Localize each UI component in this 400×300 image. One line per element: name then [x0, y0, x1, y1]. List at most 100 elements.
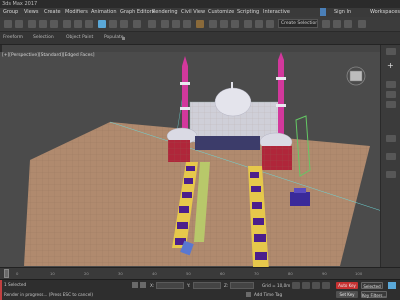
x-coord-field[interactable]: [156, 282, 184, 289]
maxscript-listener-icon[interactable]: [0, 280, 2, 300]
workspaces-label: Workspaces: [370, 9, 400, 15]
pivot-icon[interactable]: [148, 20, 156, 28]
y-coord-field[interactable]: [193, 282, 221, 289]
menu-scripting[interactable]: Scripting: [237, 9, 259, 15]
region-select-icon[interactable]: [85, 20, 93, 28]
timeline-tick: 90: [322, 271, 327, 276]
small-pavilion: [290, 192, 310, 206]
mirror-icon[interactable]: [209, 20, 217, 28]
spinner-snap-icon[interactable]: [196, 20, 204, 28]
angle-snap-icon[interactable]: [172, 20, 180, 28]
select-by-name-icon[interactable]: [74, 20, 82, 28]
timeline-tick: 20: [84, 271, 89, 276]
add-time-tag-button[interactable]: Add Time Tag: [254, 292, 282, 297]
menu-civil-view[interactable]: Civil View: [181, 9, 205, 15]
tab-populate[interactable]: Populate: [104, 35, 124, 40]
scale-icon[interactable]: [120, 20, 128, 28]
grid-size: Grid = 10,0m: [262, 283, 291, 288]
timeline-tick: 80: [288, 271, 293, 276]
menu-group[interactable]: Group: [3, 9, 18, 15]
menu-modifiers[interactable]: Modifiers: [65, 9, 88, 15]
scene-render: [24, 52, 380, 267]
ribbon-toggle-icon[interactable]: [122, 37, 125, 40]
menu-views[interactable]: Views: [24, 9, 38, 15]
menu-graph-editors[interactable]: Graph Editors: [120, 9, 154, 15]
previous-frame-icon[interactable]: [302, 282, 310, 289]
render-icon[interactable]: [344, 20, 352, 28]
timeline-tick: 70: [254, 271, 259, 276]
geometry-icon[interactable]: [386, 81, 396, 88]
title-bar: 3ds Max 2017: [0, 0, 400, 8]
main-dome: [214, 87, 252, 117]
play-icon[interactable]: [312, 282, 320, 289]
undo-icon[interactable]: [4, 20, 12, 28]
sign-in-link[interactable]: Sign In: [334, 9, 351, 15]
bind-icon[interactable]: [50, 20, 58, 28]
x-label: X:: [150, 283, 155, 288]
lights-icon[interactable]: [386, 101, 396, 108]
move-icon[interactable]: [98, 20, 106, 28]
next-frame-icon[interactable]: [322, 282, 330, 289]
rollout-icon[interactable]: [386, 171, 396, 178]
menu-create[interactable]: Create: [44, 9, 61, 15]
link-icon[interactable]: [28, 20, 36, 28]
set-key-button[interactable]: Set Key: [336, 291, 358, 298]
key-filters-button[interactable]: Key Filters...: [361, 291, 387, 298]
reference-coord-icon[interactable]: [133, 20, 141, 28]
time-tag-icon: [246, 292, 251, 297]
select-icon[interactable]: [63, 20, 71, 28]
menu-customize[interactable]: Customize: [208, 9, 234, 15]
menu-rendering[interactable]: Rendering: [152, 9, 178, 15]
render-frame-icon[interactable]: [333, 20, 341, 28]
window-title: 3ds Max 2017: [2, 1, 38, 7]
rotate-icon[interactable]: [109, 20, 117, 28]
rollout-icon[interactable]: [386, 135, 396, 142]
shapes-icon[interactable]: [386, 91, 396, 98]
auto-key-button[interactable]: Auto Key: [336, 282, 358, 289]
render-setup-icon[interactable]: [322, 20, 330, 28]
go-to-start-icon[interactable]: [292, 282, 300, 289]
z-label: Z:: [224, 283, 229, 288]
curve-editor-icon[interactable]: [244, 20, 252, 28]
timeline-tick: 40: [152, 271, 157, 276]
timeline-tick: 10: [50, 271, 55, 276]
dome-finial: [231, 82, 233, 90]
status-bar: 1 Selected Render in progress... (Press …: [0, 279, 400, 300]
selection-count: 1 Selected: [4, 282, 27, 287]
named-selection-set-field[interactable]: Create Selection Se: [278, 19, 318, 28]
redo-icon[interactable]: [15, 20, 23, 28]
rollout-icon[interactable]: [386, 153, 396, 160]
layer-icon[interactable]: [231, 20, 239, 28]
z-coord-field[interactable]: [230, 282, 254, 289]
time-slider-handle[interactable]: [4, 269, 9, 278]
more-tools-icon[interactable]: [358, 20, 366, 28]
key-icon[interactable]: [388, 282, 396, 289]
isolate-icon[interactable]: [132, 282, 138, 288]
snap-icon[interactable]: [161, 20, 169, 28]
percent-snap-icon[interactable]: [183, 20, 191, 28]
prompt-line: Render in progress... (Press ESC to canc…: [4, 292, 94, 297]
tab-freeform[interactable]: Freeform: [3, 35, 23, 40]
menu-interactive[interactable]: Interactive: [263, 9, 290, 15]
schematic-icon[interactable]: [255, 20, 263, 28]
tab-object-paint[interactable]: Object Paint: [66, 35, 93, 40]
plus-icon[interactable]: +: [387, 61, 394, 70]
viewcube-icon: [349, 70, 363, 82]
tab-selection[interactable]: Selection: [33, 35, 54, 40]
key-mode-dropdown[interactable]: Selected: [361, 282, 383, 289]
porch: [195, 136, 260, 150]
user-icon: [320, 8, 326, 16]
menu-bar: Group Views Create Modifiers Animation G…: [0, 8, 400, 17]
y-label: Y:: [187, 283, 191, 288]
viewport-label[interactable]: [+][Perspective][Standard][Edged Faces]: [2, 53, 94, 58]
unlink-icon[interactable]: [39, 20, 47, 28]
material-editor-icon[interactable]: [266, 20, 274, 28]
timeline-tick: 50: [186, 271, 191, 276]
align-icon[interactable]: [220, 20, 228, 28]
timeline-tick: 30: [118, 271, 123, 276]
timeline[interactable]: 0 10 20 30 40 50 60 70 80 90 100: [0, 267, 400, 279]
create-tab-icon[interactable]: [386, 48, 396, 55]
perspective-viewport[interactable]: [+][Perspective][Standard][Edged Faces]: [0, 52, 380, 267]
menu-animation[interactable]: Animation: [91, 9, 117, 15]
selection-lock-icon[interactable]: [140, 282, 146, 288]
